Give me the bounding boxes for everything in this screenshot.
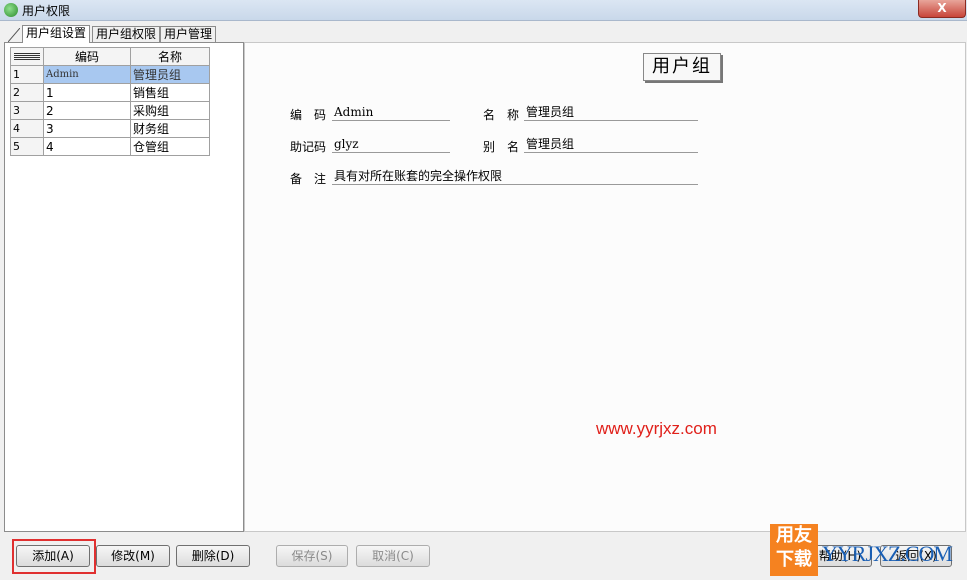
name-field[interactable]: 管理员组 — [524, 104, 698, 121]
group-list-panel: 编码 名称 1 Admin 管理员组 2 1 销售组 3 2 采购组 4 3 财… — [4, 42, 244, 532]
form-title: 用户组 — [643, 53, 721, 81]
row-number: 5 — [10, 137, 44, 156]
window-title: 用户权限 — [22, 4, 71, 18]
cell-code[interactable]: 3 — [43, 119, 131, 138]
alias-field[interactable]: 管理员组 — [524, 136, 698, 153]
edit-button[interactable]: 修改(M) — [96, 545, 170, 567]
watermark-text: www.yyrjxz.com — [596, 419, 717, 438]
table-row[interactable]: 4 3 财务组 — [10, 119, 210, 138]
cancel-button[interactable]: 取消(C) — [356, 545, 430, 567]
cell-name[interactable]: 销售组 — [130, 83, 210, 102]
tab-user-group-permissions[interactable]: 用户组权限 — [92, 26, 161, 42]
tab-user-group-settings[interactable]: 用户组设置 — [22, 25, 91, 43]
row-number: 2 — [10, 83, 44, 102]
table-row[interactable]: 3 2 采购组 — [10, 101, 210, 120]
row-number: 1 — [10, 65, 44, 84]
app-icon — [4, 3, 18, 17]
group-table: 编码 名称 1 Admin 管理员组 2 1 销售组 3 2 采购组 4 3 财… — [10, 47, 210, 156]
logo-line-1: 用友 — [776, 525, 812, 546]
yonyou-download-logo: 用友 下载 — [770, 524, 818, 576]
row-selector-header[interactable] — [10, 47, 44, 66]
table-row[interactable]: 2 1 销售组 — [10, 83, 210, 102]
row-number: 3 — [10, 101, 44, 120]
cell-name[interactable]: 财务组 — [130, 119, 210, 138]
table-row[interactable]: 5 4 仓管组 — [10, 137, 210, 156]
close-button[interactable]: X — [918, 0, 966, 18]
cell-name[interactable]: 采购组 — [130, 101, 210, 120]
delete-button[interactable]: 删除(D) — [176, 545, 250, 567]
logo-line-2: 下载 — [776, 549, 812, 570]
title-bar — [0, 0, 967, 21]
cell-code[interactable]: Admin — [43, 65, 131, 84]
mnemonic-label: 助记码 — [290, 140, 327, 154]
cell-code[interactable]: 4 — [43, 137, 131, 156]
table-header-row: 编码 名称 — [10, 47, 210, 66]
save-button[interactable]: 保存(S) — [276, 545, 348, 567]
cell-code[interactable]: 2 — [43, 101, 131, 120]
tab-user-management[interactable]: 用户管理 — [160, 26, 217, 42]
logo-url: YYRJXZ.COM — [822, 541, 953, 566]
row-number: 4 — [10, 119, 44, 138]
mnemonic-field[interactable]: glyz — [332, 136, 450, 153]
remark-field[interactable]: 具有对所在账套的完全操作权限 — [332, 168, 698, 185]
add-button[interactable]: 添加(A) — [16, 545, 90, 567]
column-header-name[interactable]: 名称 — [130, 47, 210, 66]
grid-menu-icon — [14, 53, 40, 61]
column-header-code[interactable]: 编码 — [43, 47, 131, 66]
alias-label: 别 名 — [483, 140, 520, 154]
logo-url-text: YYRJXZ.COM — [822, 541, 953, 567]
tab-slash-icon — [8, 28, 20, 42]
code-label: 编 码 — [290, 108, 327, 122]
cell-code[interactable]: 1 — [43, 83, 131, 102]
cell-name[interactable]: 仓管组 — [130, 137, 210, 156]
code-field[interactable]: Admin — [332, 104, 450, 121]
cell-name[interactable]: 管理员组 — [130, 65, 210, 84]
remark-label: 备 注 — [290, 172, 327, 186]
name-label: 名 称 — [483, 108, 520, 122]
table-row[interactable]: 1 Admin 管理员组 — [10, 65, 210, 84]
